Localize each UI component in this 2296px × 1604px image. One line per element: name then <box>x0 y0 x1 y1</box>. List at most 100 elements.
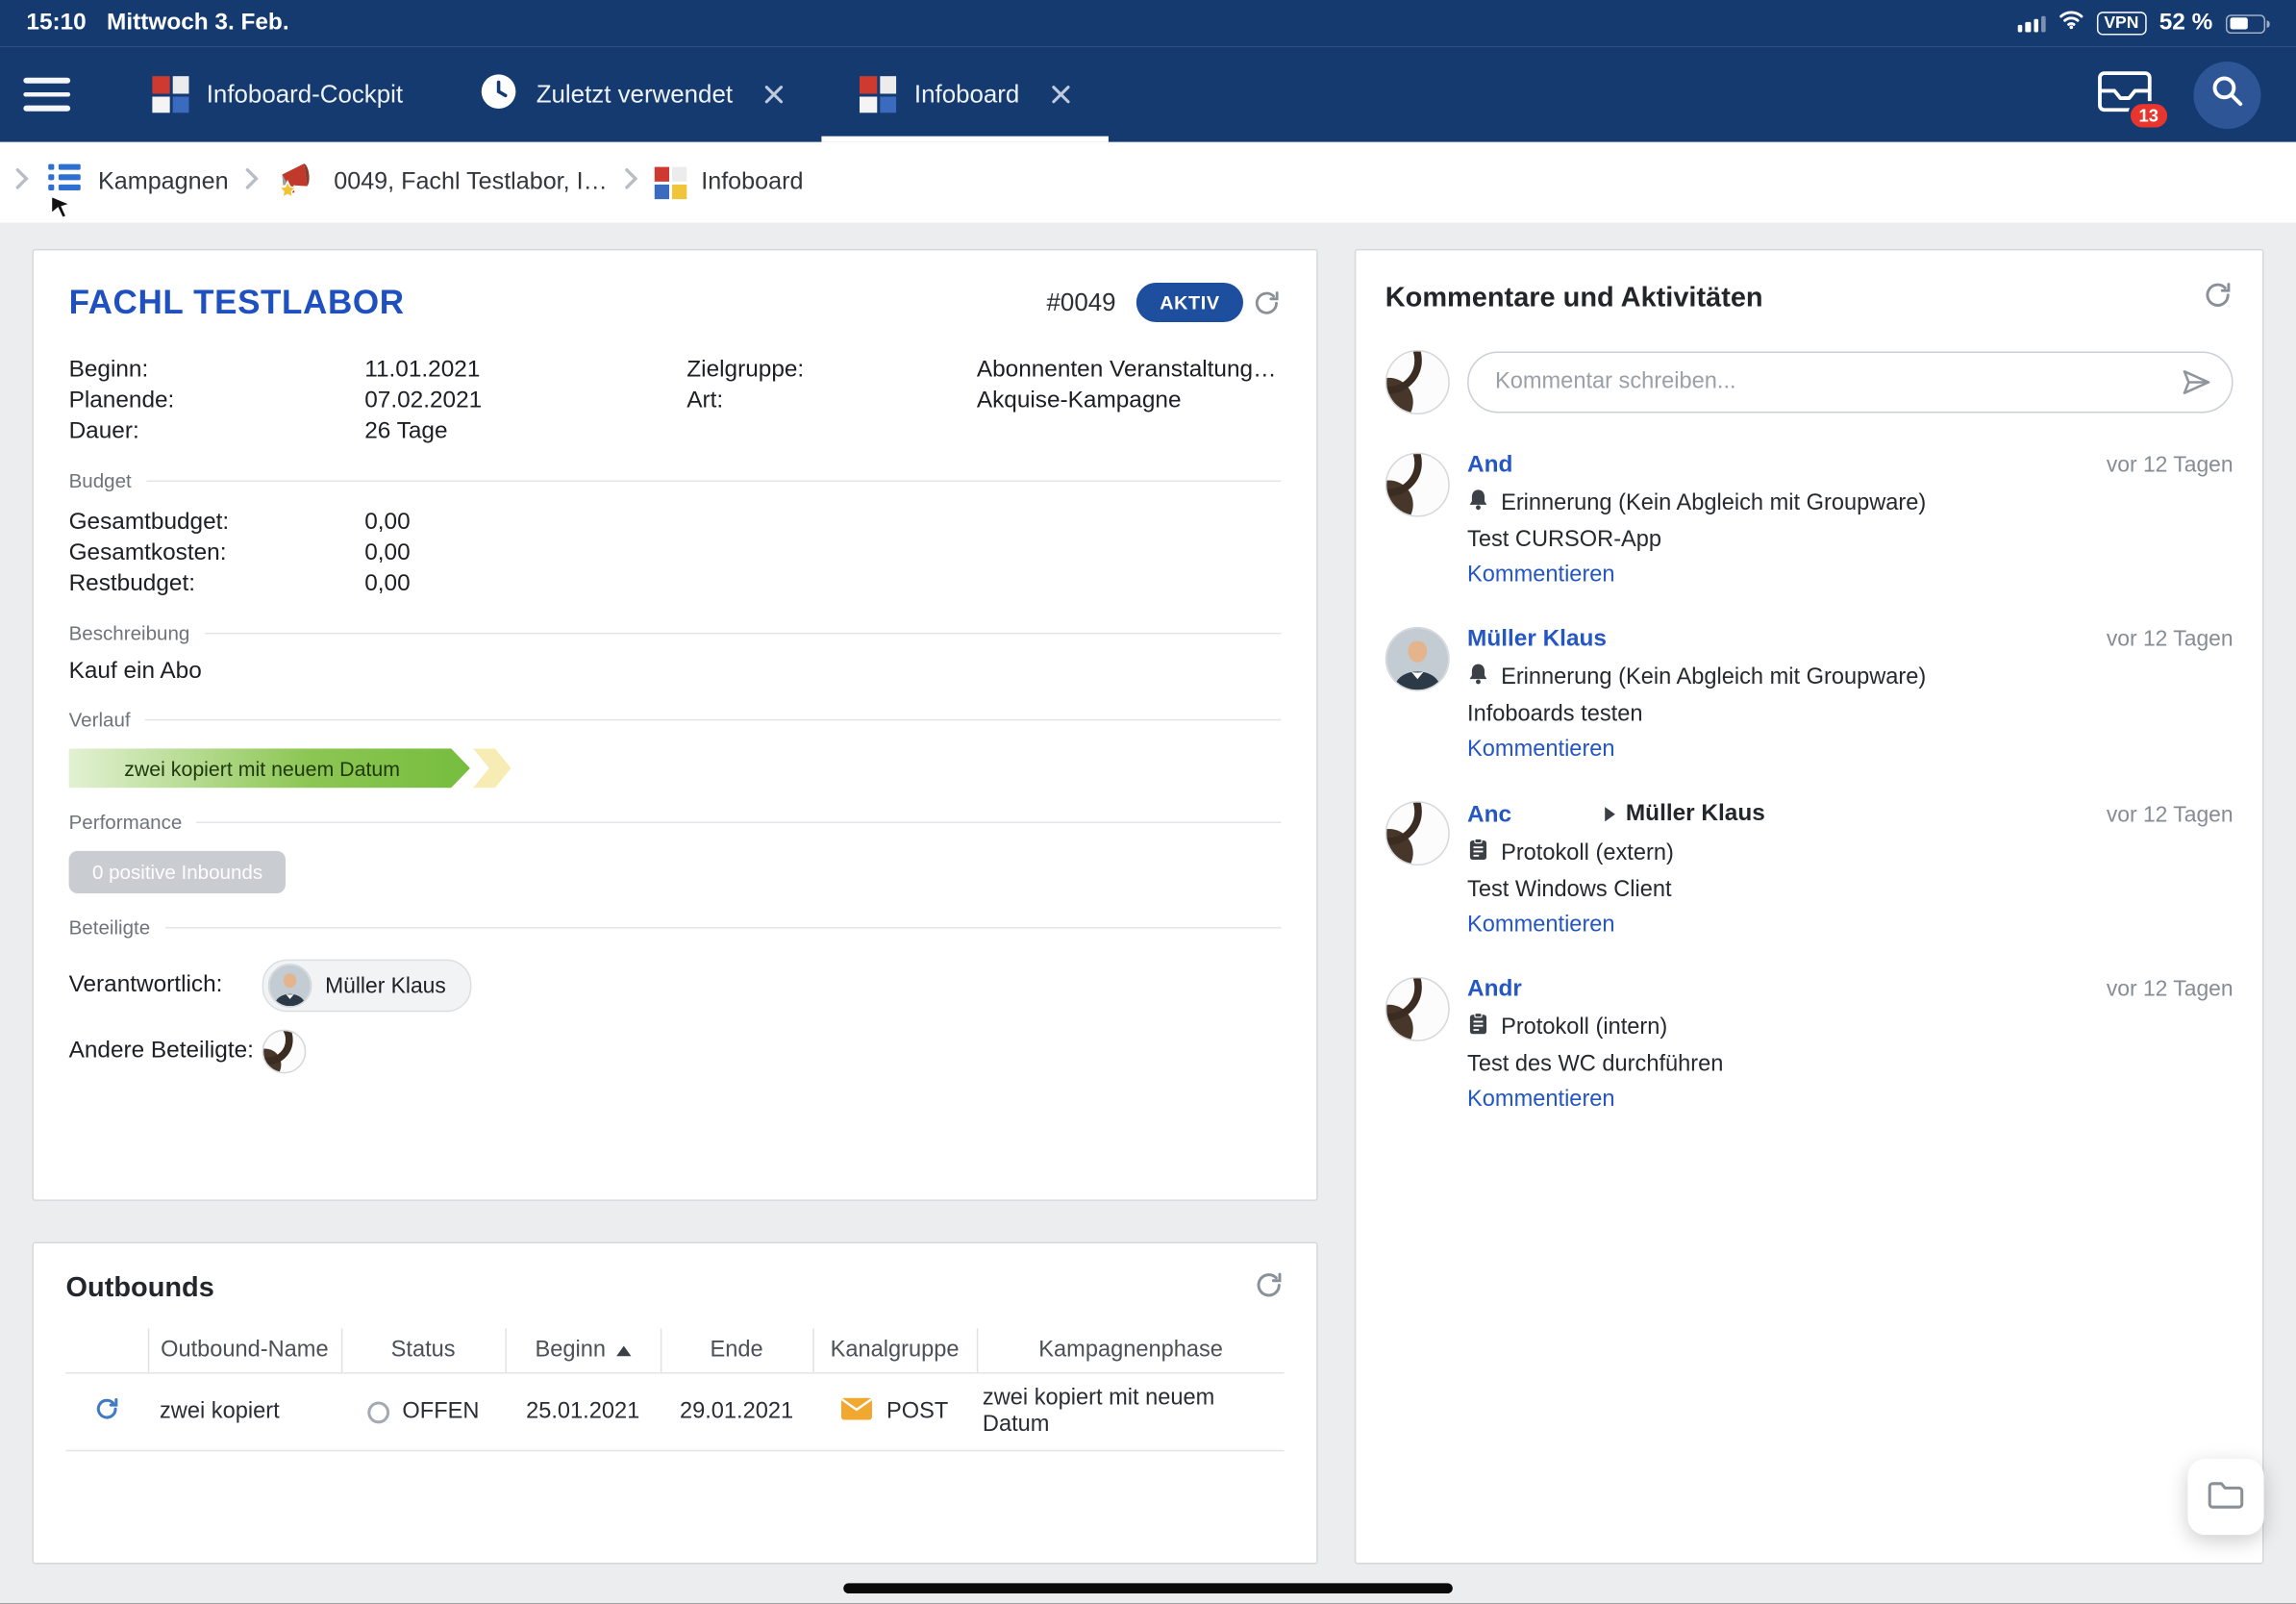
author-link[interactable]: Müller Klaus <box>1467 627 1607 653</box>
folder-button[interactable] <box>2187 1459 2263 1535</box>
app-logo-icon <box>152 76 188 113</box>
avatar <box>1385 627 1450 691</box>
outbound-phase-cell: zwei kopiert mit neuem Datum <box>977 1373 1285 1451</box>
author-link[interactable]: And <box>1467 453 1512 479</box>
budget-fields: Gesamtbudget: 0,00 Gesamtkosten: 0,00 Re… <box>69 507 1282 599</box>
outbounds-title: Outbounds <box>66 1272 214 1305</box>
send-icon[interactable] <box>2181 366 2213 406</box>
phase-fragment <box>473 748 512 788</box>
bell-icon <box>1467 488 1489 518</box>
megaphone-icon <box>275 157 319 208</box>
field-label: Verantwortlich: <box>69 972 262 998</box>
kommentieren-link[interactable]: Kommentieren <box>1467 913 1615 939</box>
phase-arrow[interactable]: zwei kopiert mit neuem Datum <box>69 748 470 788</box>
notification-count-badge: 13 <box>2130 103 2167 126</box>
comment-input[interactable] <box>1467 352 2234 414</box>
close-tab-icon[interactable] <box>1052 85 1071 104</box>
breadcrumb-item-campaign[interactable]: 0049, Fachl Testlabor, I… <box>275 157 607 208</box>
campaign-number: #0049 <box>1047 288 1116 316</box>
responsible-person-chip[interactable]: Müller Klaus <box>262 960 471 1013</box>
outbound-kanal-cell: POST <box>812 1373 977 1451</box>
tab-label: Zuletzt verwendet <box>537 80 733 109</box>
field-value: 07.02.2021 <box>364 386 686 416</box>
outbounds-card: Outbounds Outbound-Name Status Beginn <box>33 1242 1318 1565</box>
outbound-beginn-cell: 25.01.2021 <box>505 1373 660 1451</box>
field-value: Abonnenten Veranstaltung… <box>977 355 1282 386</box>
notifications-button[interactable]: 13 <box>2097 69 2153 119</box>
triangle-right-icon <box>1606 807 1616 821</box>
column-header-sorted[interactable]: Beginn <box>505 1328 660 1372</box>
avatar <box>1385 350 1450 414</box>
timestamp: vor 12 Tagen <box>2107 803 2234 828</box>
bell-icon <box>1467 662 1489 692</box>
home-indicator[interactable] <box>843 1583 1453 1593</box>
status-open-icon <box>367 1401 389 1423</box>
activity-item: Müller Klaus vor 12 Tagen Erinnerung (Ke… <box>1385 627 2234 764</box>
chevron-right-icon <box>14 167 29 198</box>
timestamp: vor 12 Tagen <box>2107 977 2234 1002</box>
tab-infoboard[interactable]: Infoboard <box>822 47 1109 142</box>
refresh-icon[interactable] <box>1254 1269 1285 1308</box>
wifi-icon <box>2059 11 2084 37</box>
activity-text: Infoboards testen <box>1467 702 2234 728</box>
breadcrumb-item-infoboard[interactable]: Infoboard <box>654 166 803 199</box>
battery-icon <box>2226 13 2265 33</box>
kommentieren-link[interactable]: Kommentieren <box>1467 737 1615 763</box>
refresh-icon[interactable] <box>2203 280 2234 318</box>
field-label: Planende: <box>69 386 365 416</box>
activity-item: Andr vor 12 Tagen Protokoll (intern) Tes… <box>1385 977 2234 1114</box>
clock-time: 15:10 <box>26 11 86 37</box>
menu-button[interactable] <box>0 47 93 142</box>
author-link[interactable]: Anc <box>1467 803 1511 829</box>
campaign-fields: Beginn: 11.01.2021 Zielgruppe: Abonnente… <box>69 355 1282 447</box>
column-header[interactable]: Kanalgruppe <box>812 1328 977 1372</box>
tab-label: Infoboard <box>914 80 1019 109</box>
description-text: Kauf ein Abo <box>69 659 1282 685</box>
table-row[interactable]: zwei kopiert OFFEN 25.01.2021 29.01.2021 <box>66 1373 1285 1451</box>
activity-item: Anc Müller Klaus vor 12 Tagen <box>1385 801 2234 939</box>
comment-composer <box>1385 350 2234 414</box>
main-content: FACHL TESTLABOR #0049 AKTIV Beginn: 11.0… <box>0 222 2296 1603</box>
outbound-icon <box>92 1404 121 1429</box>
cellular-signal-icon <box>2018 14 2046 32</box>
column-header[interactable]: Ende <box>661 1328 812 1372</box>
column-header[interactable]: Status <box>341 1328 506 1372</box>
author-link[interactable]: Andr <box>1467 977 1522 1003</box>
campaign-card: FACHL TESTLABOR #0049 AKTIV Beginn: 11.0… <box>33 249 1318 1201</box>
field-label: Art: <box>686 386 977 416</box>
comments-card: Kommentare und Aktivitäten <box>1355 249 2264 1565</box>
outbound-name-cell: zwei kopiert <box>148 1373 341 1451</box>
avatar <box>268 964 312 1008</box>
avatar <box>1385 801 1450 865</box>
field-value: 0,00 <box>364 507 1281 538</box>
field-value: 11.01.2021 <box>364 355 686 386</box>
activity-text: Test des WC durchführen <box>1467 1052 2234 1078</box>
refresh-icon[interactable] <box>1252 288 1281 316</box>
app-navbar: Infoboard-Cockpit Zuletzt verwendet Info… <box>0 47 2296 142</box>
column-header[interactable]: Kampagnenphase <box>977 1328 1285 1372</box>
field-label: Dauer: <box>69 416 365 447</box>
search-button[interactable] <box>2193 61 2260 128</box>
kommentieren-link[interactable]: Kommentieren <box>1467 563 1615 589</box>
section-verlauf: Verlauf <box>69 709 1282 731</box>
column-header-icon[interactable] <box>66 1328 148 1372</box>
chevron-right-icon <box>624 167 638 198</box>
field-label: Beginn: <box>69 355 365 386</box>
field-label: Gesamtkosten: <box>69 538 365 568</box>
timestamp: vor 12 Tagen <box>2107 627 2234 652</box>
infoboard-icon <box>654 166 686 199</box>
tab-zuletzt-verwendet[interactable]: Zuletzt verwendet <box>441 47 822 142</box>
activity-text: Test Windows Client <box>1467 877 2234 903</box>
outbound-type-cell <box>66 1373 148 1451</box>
field-value: Akquise-Kampagne <box>977 386 1282 416</box>
avatar[interactable] <box>262 1030 307 1074</box>
comments-title: Kommentare und Aktivitäten <box>1385 283 1763 315</box>
kommentieren-link[interactable]: Kommentieren <box>1467 1087 1615 1113</box>
tab-infoboard-cockpit[interactable]: Infoboard-Cockpit <box>114 47 441 142</box>
linked-person[interactable]: Müller Klaus <box>1606 801 1765 827</box>
folder-icon <box>2207 1477 2245 1516</box>
close-tab-icon[interactable] <box>765 85 785 104</box>
column-header[interactable]: Outbound-Name <box>148 1328 341 1372</box>
vpn-badge: VPN <box>2097 12 2146 35</box>
field-label: Zielgruppe: <box>686 355 977 386</box>
